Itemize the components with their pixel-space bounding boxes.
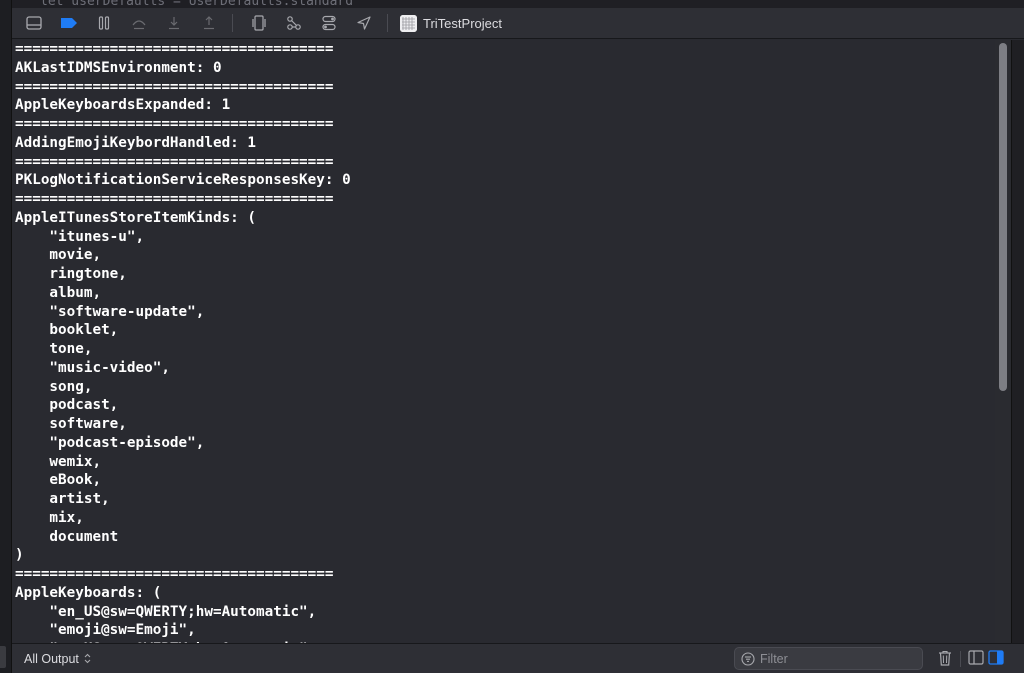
trash-icon (939, 650, 951, 666)
filter-field[interactable] (734, 647, 923, 670)
console-line: podcast, (15, 397, 119, 414)
simulate-location-button[interactable] (351, 11, 377, 35)
chevron-updown-icon (84, 653, 91, 665)
pause-icon (98, 16, 110, 30)
console-line: ===================================== (15, 116, 334, 132)
environment-overrides-icon (322, 15, 336, 31)
show-variables-view-button[interactable] (968, 650, 984, 670)
console-output[interactable]: ===================================== AKL… (12, 40, 995, 643)
console-line: eBook, (15, 472, 102, 489)
project-app-icon (400, 14, 417, 32)
clear-console-button[interactable] (938, 650, 952, 671)
simulate-location-icon (357, 16, 371, 30)
gutter-marker (0, 646, 6, 668)
console-line: ===================================== (15, 78, 334, 95)
hide-debug-area-button[interactable] (21, 11, 47, 35)
breakpoints-icon (61, 18, 77, 28)
console-bottom-bar: All Output (12, 643, 1024, 673)
console-line: "music-video", (15, 359, 170, 376)
console-line: tone, (15, 341, 93, 357)
step-over-icon (132, 20, 146, 30)
xcode-debug-window: let userDefaults = UserDefaults.standard (0, 0, 1024, 673)
console-line: software, (15, 416, 127, 432)
console-line: album, (15, 284, 102, 301)
console-line: AddingEmojiKeybordHandled: 1 (15, 134, 257, 151)
console-line: AKLastIDMSEnvironment: 0 (15, 59, 222, 76)
console-text: ===================================== AKL… (15, 40, 351, 643)
debug-toolbar: TriTestProject (12, 8, 1024, 39)
left-gutter (0, 0, 12, 673)
console-line: document (15, 528, 119, 545)
console-line: song, (15, 378, 93, 395)
console-line: movie, (15, 247, 102, 264)
console-line: AppleKeyboardsExpanded: 1 (15, 97, 231, 114)
step-out-icon (204, 16, 214, 30)
environment-overrides-button[interactable] (316, 11, 342, 35)
left-pane-icon (968, 650, 984, 665)
console-line: "itunes-u", (15, 228, 145, 245)
console-line: artist, (15, 491, 110, 507)
console-line: PKLogNotificationServiceResponsesKey: 0 (15, 172, 351, 189)
process-selector[interactable]: TriTestProject (400, 14, 502, 32)
project-name: TriTestProject (423, 15, 502, 31)
step-into-icon (169, 17, 179, 30)
step-out-button[interactable] (196, 11, 222, 35)
show-console-button[interactable] (988, 650, 1004, 670)
filter-icon (741, 651, 755, 666)
hide-debug-area-icon (26, 16, 42, 30)
toolbar-separator (232, 14, 233, 32)
step-into-button[interactable] (161, 11, 187, 35)
output-scope-label: All Output (24, 651, 79, 666)
editor-peek: let userDefaults = UserDefaults.standard (0, 0, 1024, 8)
scroll-thumb[interactable] (999, 43, 1007, 391)
console-line: "en_US@sw=QWERTY;hw=Automatic", (15, 603, 317, 620)
right-pane-icon (988, 650, 1004, 665)
pause-button[interactable] (91, 11, 117, 35)
step-over-button[interactable] (126, 11, 152, 35)
console-line: "emoji@sw=Emoji", (15, 622, 196, 639)
console-line: ===================================== (15, 41, 334, 57)
output-scope-popup[interactable]: All Output (24, 652, 91, 666)
console-line: ) (15, 547, 24, 564)
console-line: ringtone, (15, 266, 127, 282)
toolbar-separator (387, 14, 388, 32)
editor-peek-code: let userDefaults = UserDefaults.standard (40, 0, 354, 8)
console-line: wemix, (15, 453, 102, 470)
console-scrollbar[interactable] (995, 40, 1011, 643)
memory-graph-button[interactable] (281, 11, 307, 35)
console-line: "podcast-episode", (15, 434, 205, 451)
breakpoints-button[interactable] (56, 11, 82, 35)
filter-input[interactable] (760, 651, 910, 666)
view-hierarchy-button[interactable] (246, 11, 272, 35)
console-line: ===================================== (15, 566, 334, 582)
console-line: ===================================== (15, 153, 334, 170)
view-hierarchy-icon (252, 15, 266, 31)
bottom-bar-separator (960, 651, 961, 667)
memory-graph-icon (287, 16, 301, 30)
console-line: booklet, (15, 322, 119, 339)
console-line: AppleKeyboards: ( (15, 584, 162, 601)
console-line: "software-update", (15, 303, 205, 320)
right-edge (1011, 40, 1024, 643)
console-line: ===================================== (15, 191, 334, 207)
console-line: mix, (15, 509, 84, 526)
console-line: AppleITunesStoreItemKinds: ( (15, 209, 257, 226)
